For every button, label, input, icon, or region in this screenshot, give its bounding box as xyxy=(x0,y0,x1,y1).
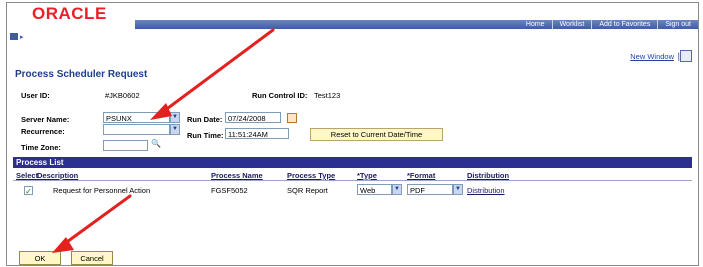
nav-sign-out[interactable]: Sign out xyxy=(657,20,698,29)
distribution-link[interactable]: Distribution xyxy=(467,186,505,195)
header-nav: Home Worklist Add to Favorites Sign out xyxy=(519,20,698,29)
server-name-label: Server Name: xyxy=(21,115,70,124)
help-icon[interactable] xyxy=(680,50,692,62)
chevron-down-icon[interactable]: ▼ xyxy=(170,124,180,135)
new-window-link[interactable]: New Window xyxy=(630,52,674,61)
run-time-label: Run Time: xyxy=(187,131,224,140)
reset-current-datetime-button[interactable]: Reset to Current Date/Time xyxy=(310,128,443,141)
run-control-id-value: Test123 xyxy=(314,91,341,100)
col-description: Description xyxy=(37,171,79,180)
process-list-header: Process List xyxy=(13,157,692,168)
row-process-name: FGSF5052 xyxy=(211,186,248,195)
run-date-label: Run Date: xyxy=(187,115,223,124)
ok-button[interactable]: OK xyxy=(19,251,61,265)
chevron-down-icon[interactable]: ▼ xyxy=(392,184,402,195)
app-window: ORACLE Home Worklist Add to Favorites Si… xyxy=(6,2,699,266)
recurrence-label: Recurrence: xyxy=(21,127,65,136)
user-id-label: User ID: xyxy=(21,91,50,100)
chevron-down-icon[interactable]: ▼ xyxy=(453,184,463,195)
format-select[interactable]: PDF xyxy=(407,184,453,195)
type-select[interactable]: Web xyxy=(357,184,392,195)
user-id-value: #JKB0602 xyxy=(105,91,140,100)
run-control-id-label: Run Control ID: xyxy=(252,91,308,100)
recurrence-select[interactable] xyxy=(103,124,170,135)
col-process-type: Process Type xyxy=(287,171,336,180)
page-title: Process Scheduler Request xyxy=(15,69,148,80)
menu-icon[interactable] xyxy=(10,33,18,40)
nav-add-to-favorites[interactable]: Add to Favorites xyxy=(591,20,657,29)
time-zone-input[interactable] xyxy=(103,140,148,151)
header: ORACLE Home Worklist Add to Favorites Si… xyxy=(7,3,698,29)
time-zone-label: Time Zone: xyxy=(21,143,61,152)
col-format: *Format xyxy=(407,171,436,180)
cancel-button[interactable]: Cancel xyxy=(71,251,113,265)
run-date-input[interactable]: 07/24/2008 xyxy=(225,112,281,123)
search-icon[interactable]: 🔍 xyxy=(151,139,161,148)
server-name-select[interactable]: PSUNX xyxy=(103,112,170,123)
row-description: Request for Personnel Action xyxy=(53,186,151,195)
calendar-icon[interactable] xyxy=(287,113,297,123)
col-process-name: Process Name xyxy=(211,171,263,180)
sub-toolbar: ▸ New Window | xyxy=(7,30,698,62)
oracle-logo: ORACLE xyxy=(32,4,107,23)
menu-caret-icon: ▸ xyxy=(20,34,24,41)
col-distribution: Distribution xyxy=(467,171,510,180)
nav-home[interactable]: Home xyxy=(519,20,552,29)
chevron-down-icon[interactable]: ▼ xyxy=(170,112,180,123)
select-checkbox[interactable]: ✓ xyxy=(24,186,33,196)
run-time-input[interactable]: 11:51:24AM xyxy=(225,128,289,139)
nav-worklist[interactable]: Worklist xyxy=(551,20,592,29)
col-type: *Type xyxy=(357,171,377,180)
row-process-type: SQR Report xyxy=(287,186,328,195)
col-select: Select xyxy=(16,171,39,180)
row-divider xyxy=(13,180,692,181)
